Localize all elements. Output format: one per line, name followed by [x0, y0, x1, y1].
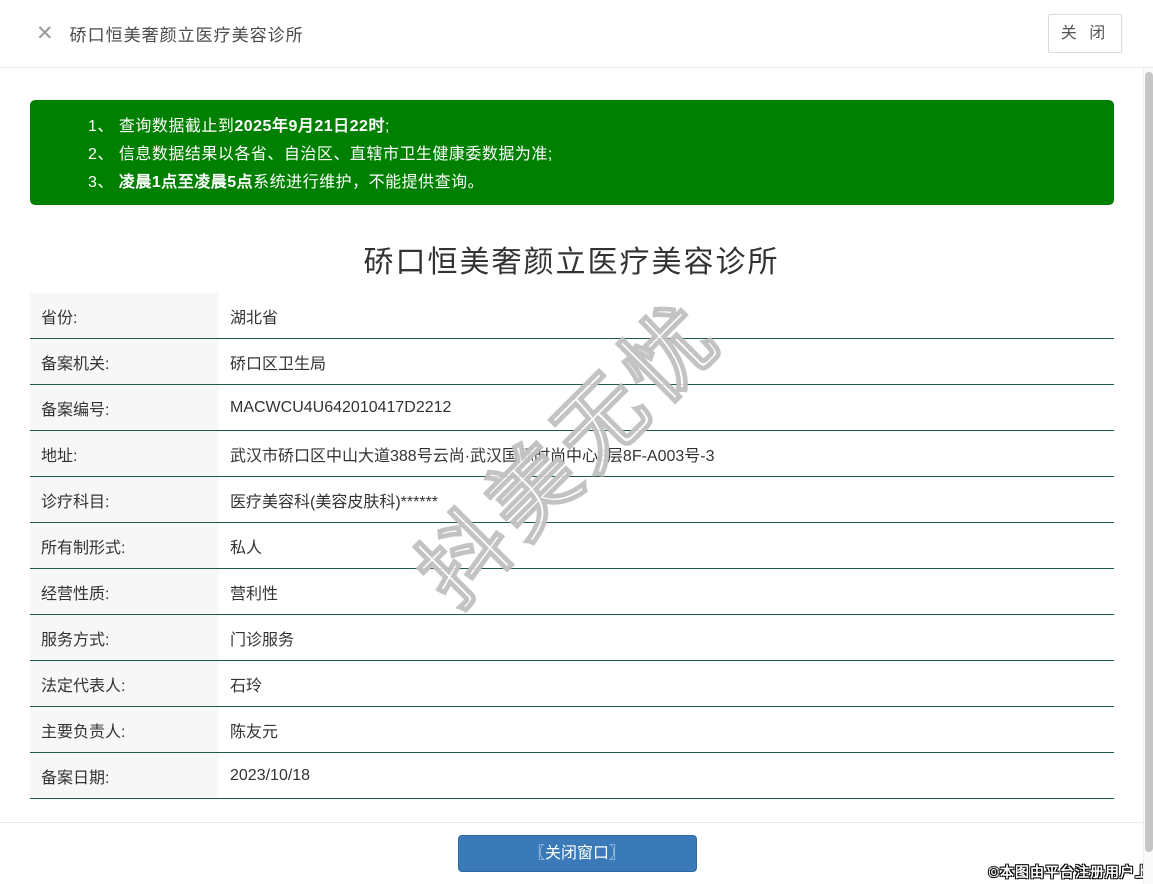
- header-bar: ✕ 硚口恒美奢颜立医疗美容诊所 关 闭: [0, 0, 1153, 68]
- notice-list: 1、 查询数据截止到2025年9月21日22时;2、 信息数据结果以各省、自治区…: [88, 113, 1094, 197]
- row-label: 法定代表人:: [30, 661, 218, 706]
- row-value: 硚口区卫生局: [218, 339, 1114, 384]
- row-value: 陈友元: [218, 707, 1114, 752]
- table-row: 备案日期:2023/10/18: [30, 753, 1114, 799]
- table-row: 经营性质:营利性: [30, 569, 1114, 615]
- table-row: 法定代表人:石玲: [30, 661, 1114, 707]
- close-button[interactable]: 关 闭: [1048, 14, 1122, 53]
- row-value: 武汉市硚口区中山大道388号云尚·武汉国际时尚中心8层8F-A003号-3: [218, 431, 1114, 476]
- row-label: 经营性质:: [30, 569, 218, 614]
- row-value: 医疗美容科(美容皮肤科)******: [218, 477, 1114, 522]
- row-label: 备案机关:: [30, 339, 218, 384]
- notice-banner: 1、 查询数据截止到2025年9月21日22时;2、 信息数据结果以各省、自治区…: [30, 100, 1114, 205]
- row-value: 私人: [218, 523, 1114, 568]
- row-value: 营利性: [218, 569, 1114, 614]
- row-label: 备案编号:: [30, 385, 218, 430]
- row-value: 门诊服务: [218, 615, 1114, 660]
- notice-line: 3、 凌晨1点至凌晨5点系统进行维护，不能提供查询。: [88, 169, 1094, 197]
- table-row: 主要负责人:陈友元: [30, 707, 1114, 753]
- row-label: 主要负责人:: [30, 707, 218, 752]
- table-row: 省份:湖北省: [30, 293, 1114, 339]
- row-value: 石玲: [218, 661, 1114, 706]
- table-row: 地址:武汉市硚口区中山大道388号云尚·武汉国际时尚中心8层8F-A003号-3: [30, 431, 1114, 477]
- row-label: 地址:: [30, 431, 218, 476]
- scrollbar-thumb[interactable]: [1145, 72, 1153, 852]
- row-label: 省份:: [30, 293, 218, 338]
- row-label: 所有制形式:: [30, 523, 218, 568]
- close-window-button[interactable]: 〖关闭窗口〗: [458, 835, 697, 872]
- close-x-icon[interactable]: ✕: [36, 23, 54, 44]
- row-label: 备案日期:: [30, 753, 218, 798]
- window-title: 硚口恒美奢颜立医疗美容诊所: [70, 21, 304, 46]
- row-value: 2023/10/18: [218, 753, 1114, 798]
- corner-watermark: ©本图由平台注册用户上传: [989, 862, 1153, 882]
- row-label: 服务方式:: [30, 615, 218, 660]
- row-label: 诊疗科目:: [30, 477, 218, 522]
- table-row: 诊疗科目:医疗美容科(美容皮肤科)******: [30, 477, 1114, 523]
- scrollbar-track[interactable]: [1143, 69, 1153, 884]
- notice-line: 1、 查询数据截止到2025年9月21日22时;: [88, 113, 1094, 141]
- page-title: 硚口恒美奢颜立医疗美容诊所: [0, 237, 1143, 281]
- footer-divider: [0, 822, 1143, 823]
- table-row: 备案编号:MACWCU4U642010417D2212: [30, 385, 1114, 431]
- row-value: MACWCU4U642010417D2212: [218, 385, 1114, 430]
- record-table: 省份:湖北省备案机关:硚口区卫生局备案编号:MACWCU4U642010417D…: [30, 293, 1114, 799]
- table-row: 服务方式:门诊服务: [30, 615, 1114, 661]
- notice-line: 2、 信息数据结果以各省、自治区、直辖市卫生健康委数据为准;: [88, 141, 1094, 169]
- table-row: 所有制形式:私人: [30, 523, 1114, 569]
- table-row: 备案机关:硚口区卫生局: [30, 339, 1114, 385]
- row-value: 湖北省: [218, 293, 1114, 338]
